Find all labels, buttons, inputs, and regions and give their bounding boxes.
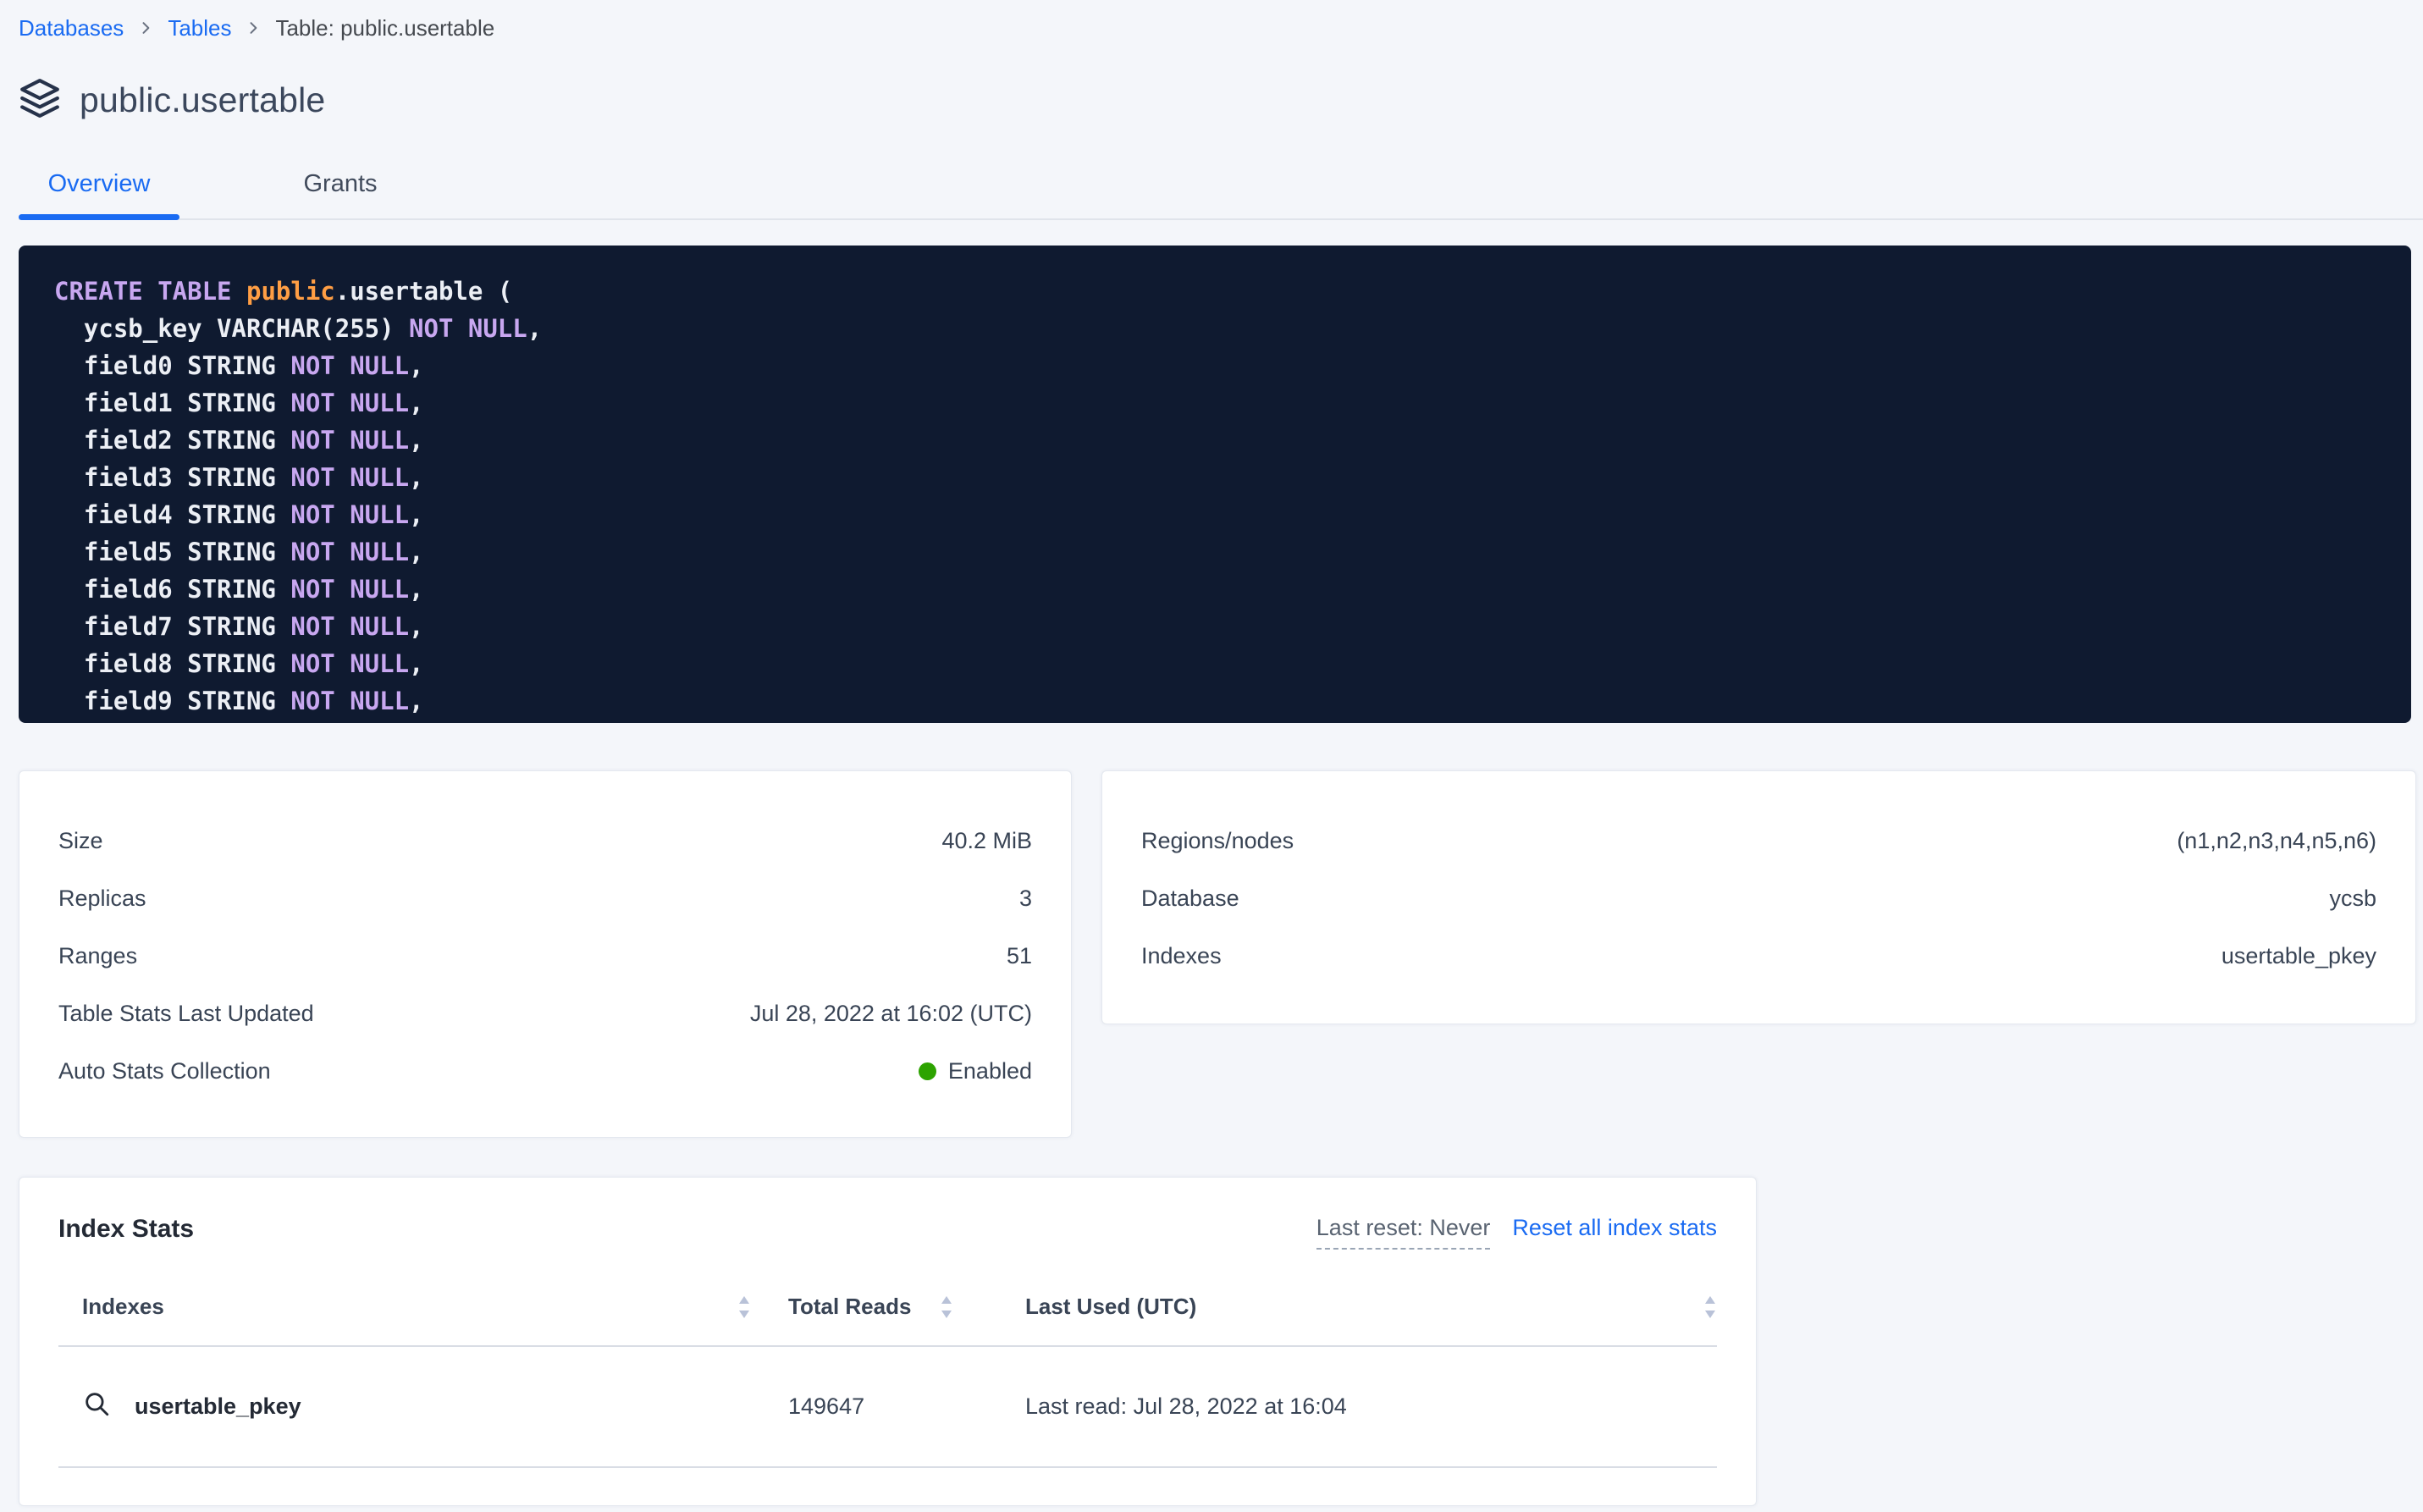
stat-row: Table Stats Last Updated Jul 28, 2022 at … — [58, 985, 1032, 1042]
sql-line: field8 STRING NOT NULL, — [54, 645, 2411, 682]
layers-icon — [19, 76, 61, 124]
stat-row: Size 40.2 MiB — [58, 812, 1032, 869]
stat-label: Ranges — [58, 943, 137, 969]
sql-line: field2 STRING NOT NULL, — [54, 422, 2411, 459]
search-icon — [82, 1389, 111, 1424]
sort-icon[interactable] — [940, 1294, 953, 1320]
stat-label: Table Stats Last Updated — [58, 1001, 314, 1027]
status-dot-icon — [919, 1062, 936, 1080]
stat-label: Size — [58, 828, 103, 854]
table-stats-card: Size 40.2 MiB Replicas 3 Ranges 51 Table Stats… — [19, 770, 1072, 1138]
tab-bar: Overview Grants — [19, 170, 2423, 220]
page-header: public.usertable — [19, 76, 2423, 124]
last-used-value: Last read: Jul 28, 2022 at 16:04 — [996, 1393, 1717, 1420]
stat-value: Jul 28, 2022 at 16:02 (UTC) — [750, 1001, 1032, 1027]
page-title: public.usertable — [80, 80, 325, 120]
column-header-total-reads[interactable]: Total Reads — [788, 1294, 911, 1320]
sort-icon[interactable] — [737, 1294, 751, 1320]
breadcrumb-link-databases[interactable]: Databases — [19, 15, 124, 41]
sql-line: field1 STRING NOT NULL, — [54, 384, 2411, 422]
sql-line: field9 STRING NOT NULL, — [54, 682, 2411, 720]
index-stats-title: Index Stats — [58, 1215, 194, 1244]
index-stats-table: Indexes Total Reads Last Used (UTC) — [58, 1294, 1717, 1468]
sql-line: field0 STRING NOT NULL, — [54, 347, 2411, 384]
sql-line: field5 STRING NOT NULL, — [54, 533, 2411, 571]
total-reads-value: 149647 — [751, 1393, 996, 1420]
chevron-right-icon — [245, 19, 262, 36]
stat-row: Ranges 51 — [58, 927, 1032, 985]
stat-value: 3 — [1019, 886, 1032, 912]
stat-value: 51 — [1007, 943, 1032, 969]
stat-row: Replicas 3 — [58, 869, 1032, 927]
stat-label: Regions/nodes — [1141, 828, 1294, 854]
details-cards: Size 40.2 MiB Replicas 3 Ranges 51 Table Stats… — [19, 770, 2423, 1138]
column-header-indexes[interactable]: Indexes — [82, 1294, 164, 1320]
sql-create-statement: CREATE TABLE public.usertable ( ycsb_key… — [19, 246, 2411, 723]
stat-label: Auto Stats Collection — [58, 1058, 271, 1084]
sql-line: CREATE TABLE public.usertable ( — [54, 273, 2411, 310]
tab-overview[interactable]: Overview — [19, 170, 179, 218]
stat-label: Indexes — [1141, 943, 1222, 969]
last-reset-label: Last reset: Never — [1316, 1215, 1491, 1250]
reset-index-stats-link[interactable]: Reset all index stats — [1512, 1215, 1717, 1241]
sql-line: field4 STRING NOT NULL, — [54, 496, 2411, 533]
index-table-body: usertable_pkey 149647Last read: Jul 28, 2… — [58, 1347, 1717, 1468]
stat-value: ycsb — [2329, 886, 2376, 912]
sql-line: field6 STRING NOT NULL, — [54, 571, 2411, 608]
chevron-right-icon — [137, 19, 154, 36]
stat-value: (n1,n2,n3,n4,n5,n6) — [2177, 828, 2376, 854]
sql-line: ycsb_key VARCHAR(255) NOT NULL, — [54, 310, 2411, 347]
stat-value: 40.2 MiB — [941, 828, 1032, 854]
tab-grants[interactable]: Grants — [273, 170, 408, 218]
sql-line: field7 STRING NOT NULL, — [54, 608, 2411, 645]
breadcrumb-current: Table: public.usertable — [275, 15, 494, 41]
stat-row: Regions/nodes (n1,n2,n3,n4,n5,n6) — [1141, 812, 2376, 869]
sql-line: field3 STRING NOT NULL, — [54, 459, 2411, 496]
index-stats-card: Index Stats Last reset: Never Reset all … — [19, 1177, 1757, 1506]
stat-value: usertable_pkey — [2222, 943, 2376, 969]
stat-label: Replicas — [58, 886, 146, 912]
index-stats-header: Index Stats Last reset: Never Reset all … — [58, 1215, 1717, 1250]
stat-row: Database ycsb — [1141, 869, 2376, 927]
index-table-header-row: Indexes Total Reads Last Used (UTC) — [58, 1294, 1717, 1347]
column-header-last-used[interactable]: Last Used (UTC) — [1025, 1294, 1196, 1320]
stat-value: Enabled — [919, 1058, 1032, 1084]
table-meta-card: Regions/nodes (n1,n2,n3,n4,n5,n6) Database… — [1101, 770, 2416, 1024]
stat-row: Auto Stats Collection Enabled — [58, 1042, 1032, 1100]
sort-icon[interactable] — [1703, 1294, 1717, 1320]
breadcrumb-link-tables[interactable]: Tables — [168, 15, 231, 41]
index-name-link[interactable]: usertable_pkey — [135, 1393, 301, 1420]
index-stats-actions: Last reset: Never Reset all index stats — [1316, 1215, 1717, 1250]
stat-label: Database — [1141, 886, 1239, 912]
table-detail-page: Databases Tables Table: public.usertable… — [0, 0, 2423, 1512]
stat-row: Indexes usertable_pkey — [1141, 927, 2376, 985]
index-table-row: usertable_pkey 149647Last read: Jul 28, 2… — [58, 1347, 1717, 1468]
breadcrumb: Databases Tables Table: public.usertable — [0, 0, 2423, 41]
